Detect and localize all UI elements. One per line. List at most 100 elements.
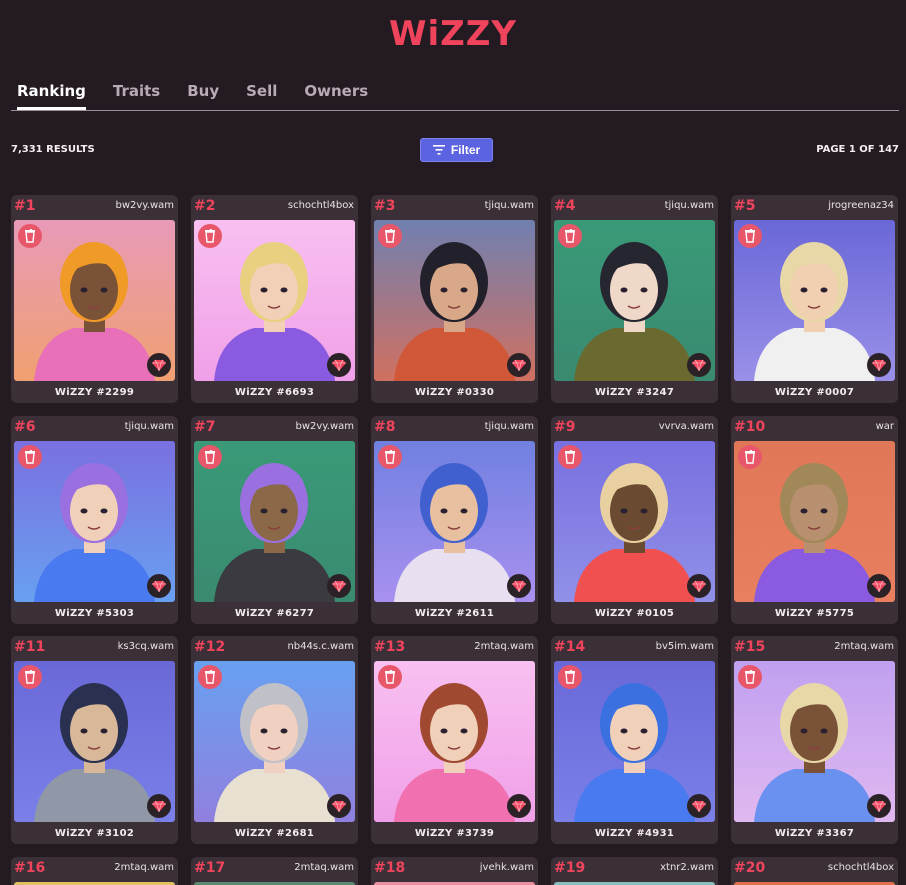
nft-card[interactable]: #19 xtnr2.wam xyxy=(551,857,718,885)
nft-owner[interactable]: nb44s.c.wam xyxy=(287,641,354,652)
nft-card[interactable]: #15 2mtaq.wam WiZZY #3367 xyxy=(731,636,898,844)
nft-image[interactable] xyxy=(554,441,715,602)
nft-card[interactable]: #5 jrogreenaz34 WiZZY #0007 xyxy=(731,195,898,403)
nft-name: WiZZY #5775 xyxy=(774,608,855,619)
potion-cup-icon xyxy=(18,665,42,689)
nft-rank: #6 xyxy=(14,419,36,435)
potion-cup-icon xyxy=(738,224,762,248)
nft-name: WiZZY #0330 xyxy=(414,387,495,398)
nft-owner[interactable]: jrogreenaz34 xyxy=(828,200,894,211)
nft-image[interactable] xyxy=(14,661,175,822)
nft-card[interactable]: #3 tjiqu.wam WiZZY #0330 xyxy=(371,195,538,403)
nft-rank: #14 xyxy=(554,639,586,655)
nft-card[interactable]: #12 nb44s.c.wam WiZZY #2681 xyxy=(191,636,358,844)
gem-icon xyxy=(507,574,531,598)
nft-image[interactable] xyxy=(734,661,895,822)
nft-rank: #5 xyxy=(734,198,756,214)
nft-rank: #7 xyxy=(194,419,216,435)
nft-owner[interactable]: 2mtaq.wam xyxy=(114,862,174,873)
filter-label: Filter xyxy=(450,143,481,157)
nft-owner[interactable]: bw2vy.wam xyxy=(115,200,174,211)
nft-owner[interactable]: tjiqu.wam xyxy=(665,200,714,211)
potion-cup-icon xyxy=(378,665,402,689)
nft-image[interactable] xyxy=(554,661,715,822)
nft-rank: #12 xyxy=(194,639,226,655)
potion-cup-icon xyxy=(198,445,222,469)
nft-owner[interactable]: xtnr2.wam xyxy=(660,862,714,873)
nav-tabs: Ranking Traits Buy Sell Owners xyxy=(17,82,368,110)
nft-owner[interactable]: tjiqu.wam xyxy=(125,421,174,432)
nft-image[interactable] xyxy=(374,220,535,381)
tab-owners[interactable]: Owners xyxy=(304,82,368,110)
nft-owner[interactable]: schochtl4box xyxy=(828,862,894,873)
nft-rank: #8 xyxy=(374,419,396,435)
nft-card[interactable]: #7 bw2vy.wam WiZZY #6277 xyxy=(191,416,358,624)
nft-rank: #13 xyxy=(374,639,406,655)
nft-card[interactable]: #8 tjiqu.wam WiZZY #2611 xyxy=(371,416,538,624)
gem-icon xyxy=(147,353,171,377)
nft-card[interactable]: #13 2mtaq.wam WiZZY #3739 xyxy=(371,636,538,844)
nft-owner[interactable]: 2mtaq.wam xyxy=(834,641,894,652)
gem-icon xyxy=(507,353,531,377)
tab-traits[interactable]: Traits xyxy=(113,82,160,110)
page-indicator: PAGE 1 OF 147 xyxy=(816,144,899,155)
nft-owner[interactable]: 2mtaq.wam xyxy=(474,641,534,652)
nft-rank: #11 xyxy=(14,639,46,655)
nft-card[interactable]: #18 jvehk.wam xyxy=(371,857,538,885)
nft-name: WiZZY #3247 xyxy=(594,387,675,398)
nft-owner[interactable]: jvehk.wam xyxy=(480,862,534,873)
nft-image[interactable] xyxy=(194,441,355,602)
nft-card[interactable]: #6 tjiqu.wam WiZZY #5303 xyxy=(11,416,178,624)
gem-icon xyxy=(867,794,891,818)
nft-image[interactable] xyxy=(14,220,175,381)
nft-card[interactable]: #20 schochtl4box xyxy=(731,857,898,885)
tab-sell[interactable]: Sell xyxy=(246,82,277,110)
nft-card[interactable]: #11 ks3cq.wam WiZZY #3102 xyxy=(11,636,178,844)
nft-owner[interactable]: 2mtaq.wam xyxy=(294,862,354,873)
nft-card[interactable]: #4 tjiqu.wam WiZZY #3247 xyxy=(551,195,718,403)
nft-card[interactable]: #17 2mtaq.wam xyxy=(191,857,358,885)
nft-owner[interactable]: bv5im.wam xyxy=(656,641,714,652)
nft-card[interactable]: #2 schochtl4box WiZZY #6693 xyxy=(191,195,358,403)
nft-image[interactable] xyxy=(734,220,895,381)
nft-image[interactable] xyxy=(14,441,175,602)
nft-owner[interactable]: vvrva.wam xyxy=(659,421,714,432)
nft-rank: #10 xyxy=(734,419,766,435)
potion-cup-icon xyxy=(738,665,762,689)
nft-name: WiZZY #3102 xyxy=(54,828,135,839)
nft-name: WiZZY #5303 xyxy=(54,608,135,619)
nft-name: WiZZY #4931 xyxy=(594,828,675,839)
app-logo[interactable]: WiZZY xyxy=(0,14,906,54)
nft-card[interactable]: #16 2mtaq.wam xyxy=(11,857,178,885)
nft-owner[interactable]: bw2vy.wam xyxy=(295,421,354,432)
nft-card[interactable]: #14 bv5im.wam WiZZY #4931 xyxy=(551,636,718,844)
potion-cup-icon xyxy=(198,224,222,248)
tab-ranking[interactable]: Ranking xyxy=(17,82,86,110)
nft-owner[interactable]: ks3cq.wam xyxy=(118,641,174,652)
nft-rank: #16 xyxy=(14,860,46,876)
nft-card[interactable]: #1 bw2vy.wam WiZZY #2299 xyxy=(11,195,178,403)
gem-icon xyxy=(687,574,711,598)
potion-cup-icon xyxy=(198,665,222,689)
nft-image[interactable] xyxy=(734,441,895,602)
filter-icon xyxy=(432,145,445,155)
nft-owner[interactable]: schochtl4box xyxy=(288,200,354,211)
filter-button[interactable]: Filter xyxy=(420,138,493,162)
nft-image[interactable] xyxy=(374,441,535,602)
gem-icon xyxy=(867,353,891,377)
nft-rank: #2 xyxy=(194,198,216,214)
nft-owner[interactable]: tjiqu.wam xyxy=(485,200,534,211)
tab-buy[interactable]: Buy xyxy=(187,82,219,110)
nft-card[interactable]: #10 war WiZZY #5775 xyxy=(731,416,898,624)
nft-image[interactable] xyxy=(554,220,715,381)
nft-card[interactable]: #9 vvrva.wam WiZZY #0105 xyxy=(551,416,718,624)
nft-image[interactable] xyxy=(374,661,535,822)
nft-name: WiZZY #6693 xyxy=(234,387,315,398)
nft-name: WiZZY #2611 xyxy=(414,608,495,619)
potion-cup-icon xyxy=(18,224,42,248)
nft-image[interactable] xyxy=(194,661,355,822)
nft-owner[interactable]: tjiqu.wam xyxy=(485,421,534,432)
nft-owner[interactable]: war xyxy=(876,421,894,432)
gem-icon xyxy=(687,353,711,377)
nft-image[interactable] xyxy=(194,220,355,381)
